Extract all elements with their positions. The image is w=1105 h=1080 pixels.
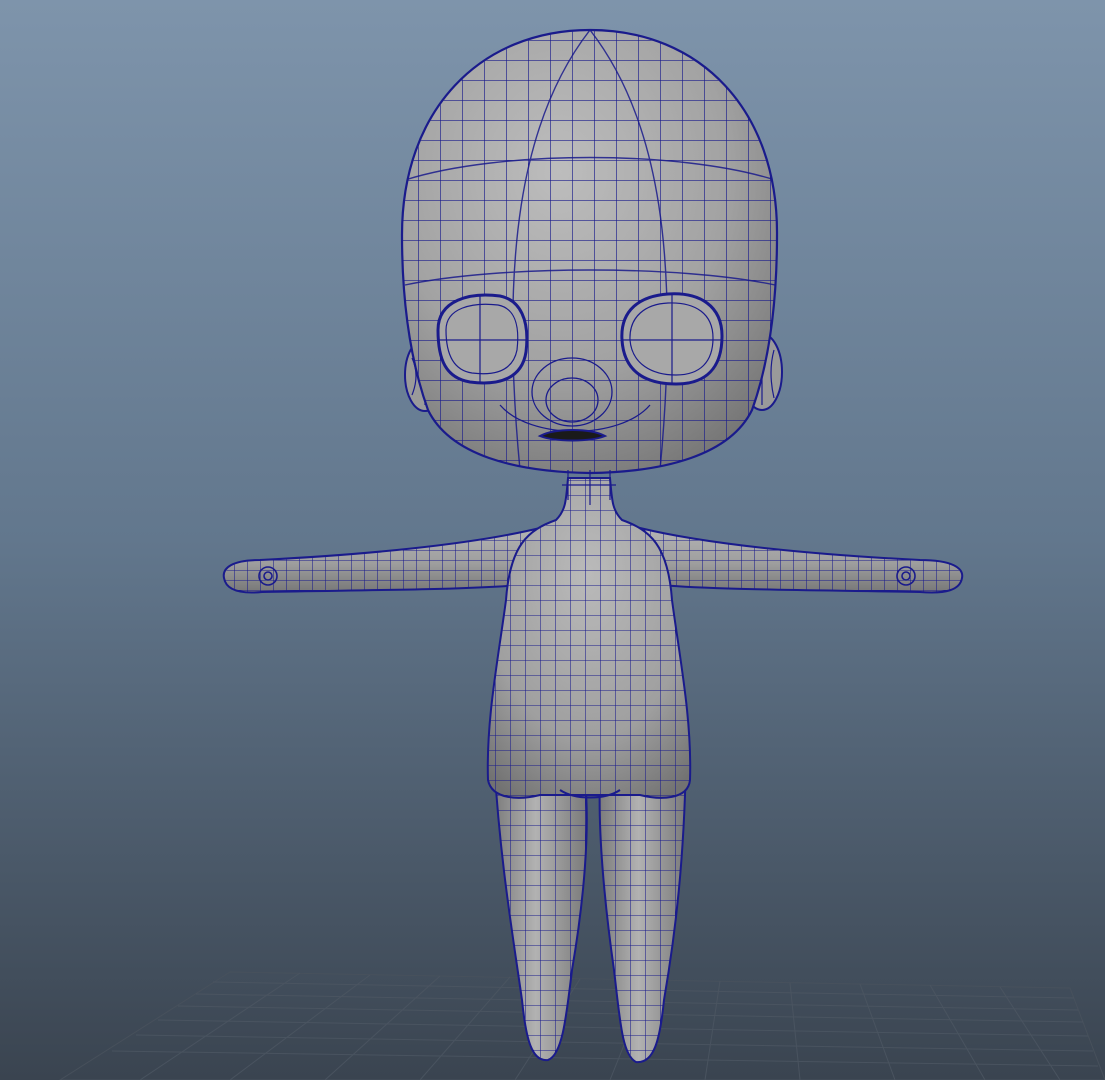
eye-socket-left: [436, 293, 529, 385]
3d-viewport[interactable]: [0, 0, 1105, 1080]
mouth: [537, 429, 608, 442]
head[interactable]: [395, 25, 785, 505]
eye-socket-right: [620, 292, 724, 386]
viewport-canvas[interactable]: [0, 0, 1105, 1080]
